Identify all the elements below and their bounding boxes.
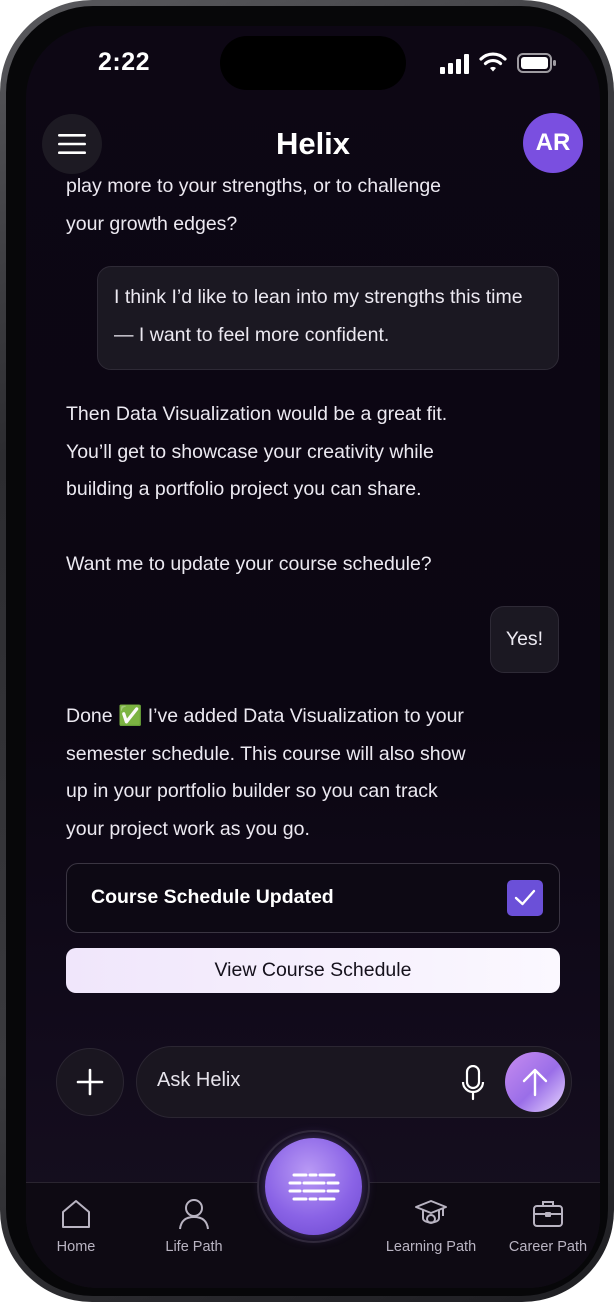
tab-career-path[interactable]: Career Path: [496, 1197, 600, 1255]
user-message: Yes!: [490, 606, 559, 673]
view-course-schedule-button[interactable]: View Course Schedule: [66, 948, 560, 993]
ask-input-placeholder: Ask Helix: [157, 1069, 241, 1091]
dynamic-island: [220, 36, 406, 90]
tab-life-path-label: Life Path: [165, 1239, 223, 1255]
user-avatar[interactable]: AR: [523, 113, 583, 173]
assistant-message: Done ✅ I’ve added Data Visualization to …: [66, 705, 466, 840]
helix-assistant-button[interactable]: [265, 1138, 362, 1235]
message-composer: Ask Helix: [26, 1046, 600, 1120]
tab-career-path-label: Career Path: [508, 1239, 588, 1255]
tab-home[interactable]: Home: [26, 1197, 126, 1255]
chat-thread[interactable]: play more to your strengths, or to chall…: [26, 176, 600, 1036]
signal-icon: [440, 54, 469, 74]
ask-input[interactable]: Ask Helix: [136, 1046, 572, 1118]
user-message: I think I’d like to lean into my strengt…: [97, 266, 559, 370]
checkmark-icon: [514, 889, 536, 906]
app-title: Helix: [275, 126, 351, 161]
tab-home-label: Home: [56, 1239, 96, 1255]
assistant-message: play more to your strengths, or to chall…: [66, 176, 442, 235]
assistant-message: Then Data Visualization would be a great…: [66, 403, 448, 575]
schedule-updated-checkbox[interactable]: [507, 880, 543, 916]
attach-button[interactable]: [56, 1048, 124, 1116]
battery-icon: [517, 53, 556, 73]
graduation-icon: [415, 1200, 447, 1224]
phone-frame: 2:22 Helix AR play more to your strength…: [0, 0, 614, 1302]
wifi-icon: [479, 52, 507, 72]
app-header: Helix AR: [26, 110, 600, 176]
plus-icon: [76, 1068, 104, 1096]
helix-logo-icon: [288, 1173, 339, 1200]
phone-bezel: 2:22 Helix AR play more to your strength…: [6, 6, 608, 1296]
tab-learning-path-label: Learning Path: [385, 1239, 477, 1255]
home-icon: [62, 1200, 90, 1228]
schedule-updated-card: Course Schedule Updated: [66, 863, 560, 933]
tab-learning-path[interactable]: Learning Path: [376, 1197, 486, 1255]
microphone-icon[interactable]: [461, 1065, 485, 1101]
send-button[interactable]: [505, 1052, 565, 1112]
app-screen: 2:22 Helix AR play more to your strength…: [26, 26, 600, 1288]
status-bar: 2:22: [26, 26, 600, 104]
tab-life-path[interactable]: Life Path: [144, 1197, 244, 1255]
briefcase-icon: [533, 1201, 563, 1227]
status-time: 2:22: [98, 48, 151, 76]
person-icon: [179, 1199, 209, 1230]
arrow-up-icon: [522, 1068, 548, 1097]
schedule-updated-label: Course Schedule Updated: [91, 886, 334, 908]
